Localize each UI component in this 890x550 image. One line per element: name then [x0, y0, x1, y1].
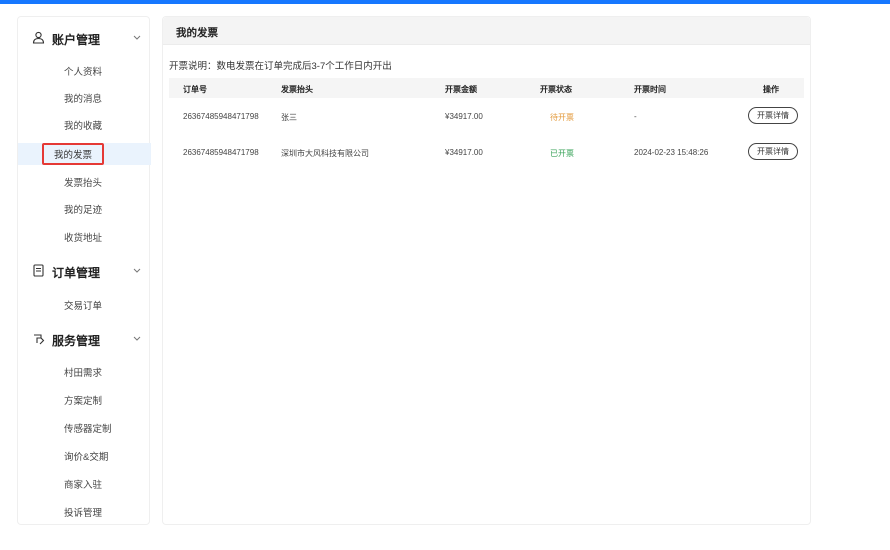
- order-number: 26367485948471798: [183, 112, 259, 121]
- service-icon: [34, 334, 45, 345]
- sidebar-item-label: 我的收藏: [64, 121, 103, 132]
- sidebar-item-invoices[interactable]: 我的发票: [18, 143, 151, 165]
- panel-header: 我的发票: [163, 17, 810, 45]
- table-row: 26367485948471798 深圳市大风科技有限公司 ¥34917.00 …: [169, 138, 804, 168]
- column-header: 订单号: [183, 85, 207, 94]
- invoice-detail-button[interactable]: 开票详情: [748, 143, 798, 160]
- user-icon: [32, 31, 45, 44]
- table-row: 26367485948471798 张三 ¥34917.00 待开票 - 开票详…: [169, 102, 804, 132]
- invoice-note: 开票说明：数电发票在订单完成后3-7个工作日内开出: [169, 61, 392, 72]
- order-number: 26367485948471798: [183, 148, 259, 157]
- sidebar-item-label: 我的消息: [64, 94, 103, 105]
- sidebar-group-title: 订单管理: [52, 266, 101, 280]
- column-header: 操作: [763, 85, 779, 94]
- sidebar-item-label: 收货地址: [64, 233, 103, 244]
- sidebar-item-label: 投诉管理: [64, 508, 103, 519]
- column-header: 开票金额: [445, 85, 477, 94]
- status-badge: 已开票: [550, 149, 574, 158]
- sidebar-item-label: 村田需求: [64, 368, 103, 379]
- sidebar-item-invoice-title[interactable]: 发票抬头: [18, 171, 151, 193]
- sidebar-group-orders[interactable]: 订单管理: [18, 258, 151, 284]
- sidebar-item-label: 传感器定制: [64, 424, 112, 435]
- sidebar-item-trade-orders[interactable]: 交易订单: [18, 294, 151, 316]
- sidebar-item-address[interactable]: 收货地址: [18, 226, 151, 248]
- sidebar-item-favorites[interactable]: 我的收藏: [18, 114, 151, 136]
- invoice-title: 张三: [281, 113, 297, 122]
- sidebar-item-profile[interactable]: 个人资料: [18, 60, 151, 82]
- column-header: 发票抬头: [281, 85, 313, 94]
- sidebar-item-label: 询价&交期: [64, 452, 109, 463]
- active-item-highlight: 我的发票: [42, 143, 104, 165]
- sidebar-item-solution-custom[interactable]: 方案定制: [18, 389, 151, 411]
- sidebar-item-messages[interactable]: 我的消息: [18, 87, 151, 109]
- invoice-title: 深圳市大风科技有限公司: [281, 149, 369, 158]
- sidebar-group-account[interactable]: 账户管理: [18, 25, 151, 51]
- sidebar-item-label: 商家入驻: [64, 480, 103, 491]
- invoice-time: -: [634, 112, 637, 121]
- sidebar-item-sensor-custom[interactable]: 传感器定制: [18, 417, 151, 439]
- sidebar-group-services[interactable]: 服务管理: [18, 326, 151, 352]
- page-title: 我的发票: [176, 27, 218, 39]
- top-accent-bar: [0, 0, 890, 4]
- sidebar-item-label: 个人资料: [64, 67, 103, 78]
- sidebar-item-label: 发票抬头: [64, 178, 103, 189]
- invoice-amount: ¥34917.00: [445, 148, 483, 157]
- sidebar-item-label: 我的发票: [54, 150, 93, 161]
- sidebar-item-merchant-join[interactable]: 商家入驻: [18, 473, 151, 495]
- column-header: 开票时间: [634, 85, 666, 94]
- invoice-time: 2024-02-23 15:48:26: [634, 148, 709, 157]
- sidebar-item-footprints[interactable]: 我的足迹: [18, 198, 151, 220]
- sidebar-item-murata-demand[interactable]: 村田需求: [18, 361, 151, 383]
- chevron-down-icon[interactable]: [132, 333, 142, 343]
- sidebar: 账户管理 个人资料 我的消息 我的收藏 我的发票 发票抬头 我的足迹 收货地址 …: [17, 16, 151, 525]
- sidebar-group-title: 账户管理: [52, 33, 101, 47]
- sidebar-item-inquiry[interactable]: 询价&交期: [18, 445, 151, 467]
- invoice-detail-button[interactable]: 开票详情: [748, 107, 798, 124]
- chevron-down-icon[interactable]: [132, 265, 142, 275]
- column-header: 开票状态: [540, 85, 572, 94]
- invoice-amount: ¥34917.00: [445, 112, 483, 121]
- sidebar-item-label: 我的足迹: [64, 205, 103, 216]
- document-icon: [33, 264, 44, 277]
- sidebar-item-complaints[interactable]: 投诉管理: [18, 501, 151, 523]
- sidebar-item-label: 交易订单: [64, 301, 103, 312]
- status-badge: 待开票: [550, 113, 574, 122]
- chevron-down-icon[interactable]: [132, 32, 142, 42]
- sidebar-item-label: 方案定制: [64, 396, 103, 407]
- sidebar-group-title: 服务管理: [52, 334, 101, 348]
- invoice-panel: 我的发票 开票说明：数电发票在订单完成后3-7个工作日内开出 订单号 发票抬头 …: [162, 16, 811, 525]
- table-header: 订单号 发票抬头 开票金额 开票状态 开票时间 操作: [169, 78, 804, 98]
